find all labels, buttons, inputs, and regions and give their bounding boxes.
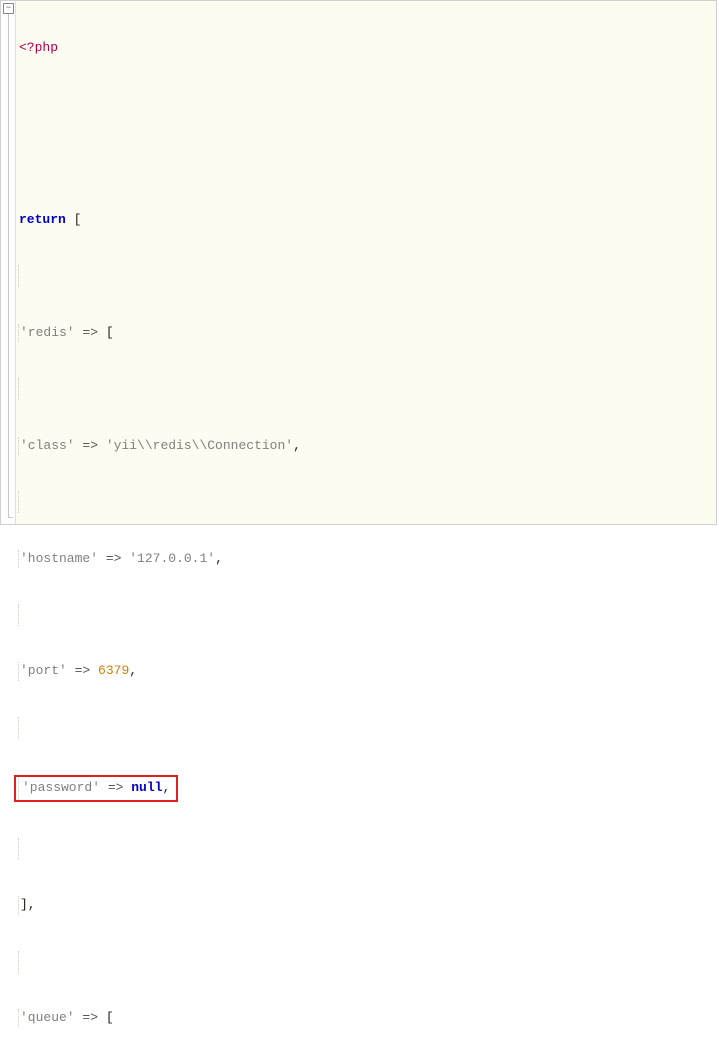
fold-guide-line — [8, 14, 9, 518]
highlight-box: 'password' => null, — [14, 775, 178, 801]
null-value: null — [131, 780, 162, 795]
string-value: '127.0.0.1' — [129, 551, 215, 566]
fold-toggle-icon[interactable]: − — [3, 3, 14, 14]
gutter: − — [1, 1, 16, 524]
string-value: 'yii\\redis\\Connection' — [106, 438, 293, 453]
array-key-hostname: 'hostname' — [20, 551, 98, 566]
fold-guide-end — [8, 517, 13, 518]
array-key-port: 'port' — [20, 663, 67, 678]
array-key-class: 'class' — [20, 438, 75, 453]
code-editor: − <?php return [ 'redis' => [ 'class' =>… — [0, 0, 717, 525]
code-area[interactable]: <?php return [ 'redis' => [ 'class' => '… — [15, 1, 716, 524]
array-key-password: 'password' — [22, 780, 100, 795]
number-value: 6379 — [98, 663, 129, 678]
close-bracket: ], — [20, 897, 36, 912]
php-open-tag: <?php — [19, 40, 58, 55]
text: [ — [66, 212, 82, 227]
arrow-op: => — [82, 325, 98, 340]
keyword-return: return — [19, 212, 66, 227]
array-key-queue: 'queue' — [20, 1010, 75, 1025]
array-key-redis: 'redis' — [20, 325, 75, 340]
